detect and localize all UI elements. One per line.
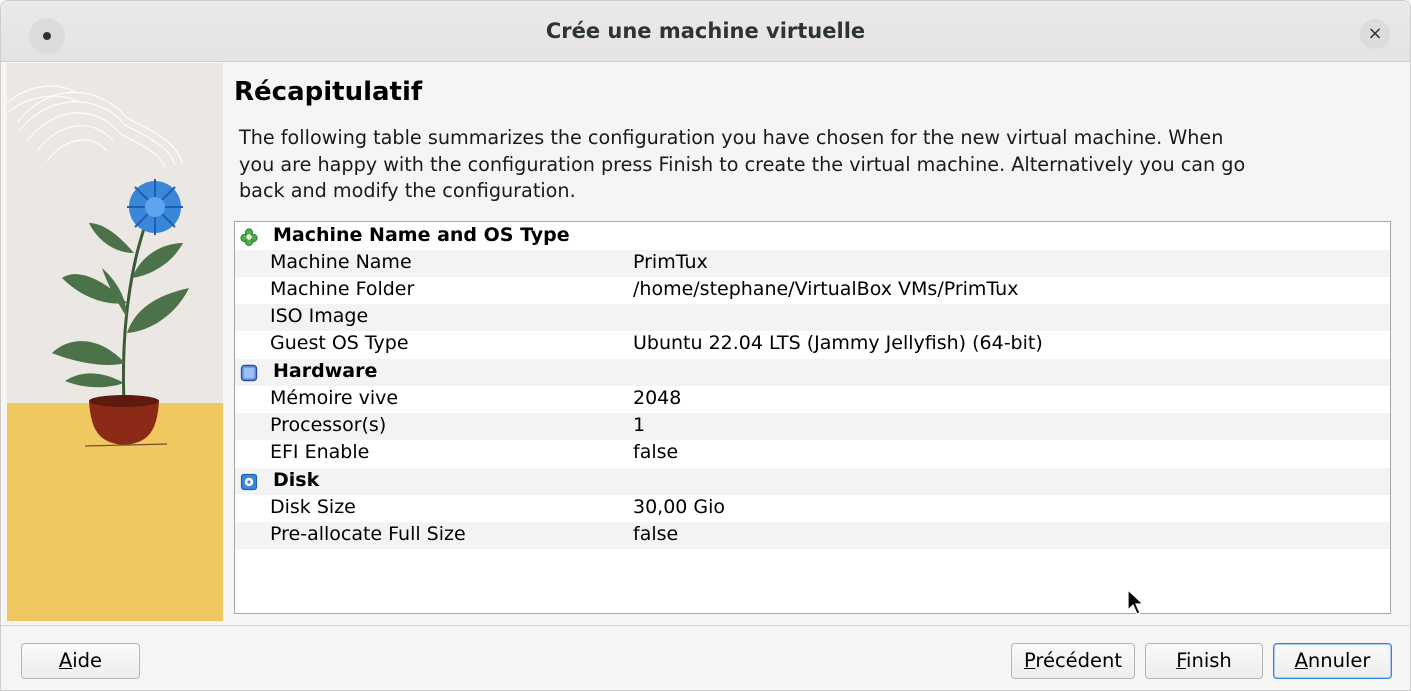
help-mnemonic: A bbox=[58, 649, 73, 672]
finish-mnemonic: F bbox=[1176, 649, 1187, 672]
section-title: Hardware bbox=[273, 360, 378, 382]
section-header-machine[interactable]: Machine Name and OS Type bbox=[235, 223, 1390, 250]
row-key: ISO Image bbox=[270, 305, 369, 327]
finish-label: inish bbox=[1186, 649, 1232, 672]
wizard-illustration bbox=[7, 63, 223, 621]
section-header-hardware[interactable]: Hardware bbox=[235, 359, 1390, 386]
row-value: 30,00 Gio bbox=[633, 496, 726, 518]
row-key: Disk Size bbox=[270, 496, 356, 518]
footer-divider bbox=[1, 625, 1410, 626]
section-header-disk[interactable]: Disk bbox=[235, 468, 1390, 495]
table-row[interactable]: Guest OS Type Ubuntu 22.04 LTS (Jammy Je… bbox=[235, 331, 1390, 358]
help-button[interactable]: Aide bbox=[21, 643, 140, 679]
row-key: Guest OS Type bbox=[270, 332, 409, 354]
disk-icon bbox=[240, 473, 258, 491]
page-title: Récapitulatif bbox=[234, 77, 423, 107]
row-key: Machine Folder bbox=[270, 278, 415, 300]
back-mnemonic: P bbox=[1023, 649, 1036, 672]
table-row[interactable]: EFI Enable false bbox=[235, 440, 1390, 467]
wizard-window: Crée une machine virtuelle × Récapitulat… bbox=[0, 0, 1411, 691]
row-value: /home/stephane/VirtualBox VMs/PrimTux bbox=[633, 278, 1019, 300]
summary-table[interactable]: Machine Name and OS Type Machine Name Pr… bbox=[234, 221, 1391, 614]
puzzle-icon bbox=[240, 228, 258, 246]
chip-icon bbox=[240, 364, 258, 382]
row-key: EFI Enable bbox=[270, 441, 370, 463]
row-value: 1 bbox=[633, 414, 646, 436]
table-row[interactable]: Machine Folder /home/stephane/VirtualBox… bbox=[235, 277, 1390, 304]
table-row[interactable]: ISO Image bbox=[235, 304, 1390, 331]
table-row[interactable]: Pre-allocate Full Size false bbox=[235, 522, 1390, 549]
back-label: récédent bbox=[1035, 649, 1123, 672]
help-label: ide bbox=[72, 649, 103, 672]
table-row[interactable]: Machine Name PrimTux bbox=[235, 250, 1390, 277]
plant-illustration-icon bbox=[7, 63, 223, 621]
table-row[interactable]: Disk Size 30,00 Gio bbox=[235, 495, 1390, 522]
row-key: Mémoire vive bbox=[270, 387, 399, 409]
window-title: Crée une machine virtuelle bbox=[545, 19, 866, 43]
row-value: PrimTux bbox=[633, 251, 708, 273]
table-row[interactable]: Processor(s) 1 bbox=[235, 413, 1390, 440]
row-key: Machine Name bbox=[270, 251, 412, 273]
title-bar[interactable]: Crée une machine virtuelle × bbox=[1, 1, 1410, 62]
cancel-mnemonic: A bbox=[1294, 649, 1308, 672]
row-key: Processor(s) bbox=[270, 414, 387, 436]
row-key: Pre-allocate Full Size bbox=[270, 523, 466, 545]
cancel-label: nnuler bbox=[1307, 649, 1371, 672]
mouse-pointer-icon bbox=[1127, 589, 1145, 615]
table-row[interactable]: Mémoire vive 2048 bbox=[235, 386, 1390, 413]
row-value: 2048 bbox=[633, 387, 682, 409]
cancel-button[interactable]: Annuler bbox=[1273, 643, 1392, 679]
section-title: Machine Name and OS Type bbox=[273, 224, 570, 246]
row-value: false bbox=[633, 441, 679, 463]
row-value: Ubuntu 22.04 LTS (Jammy Jellyfish) (64-b… bbox=[633, 332, 1043, 354]
section-title: Disk bbox=[273, 469, 320, 491]
intro-text: The following table summarizes the confi… bbox=[239, 126, 1246, 202]
finish-button[interactable]: Finish bbox=[1145, 643, 1263, 679]
back-button[interactable]: Précédent bbox=[1011, 643, 1135, 679]
row-value: false bbox=[633, 523, 679, 545]
close-icon[interactable]: × bbox=[1360, 19, 1390, 49]
